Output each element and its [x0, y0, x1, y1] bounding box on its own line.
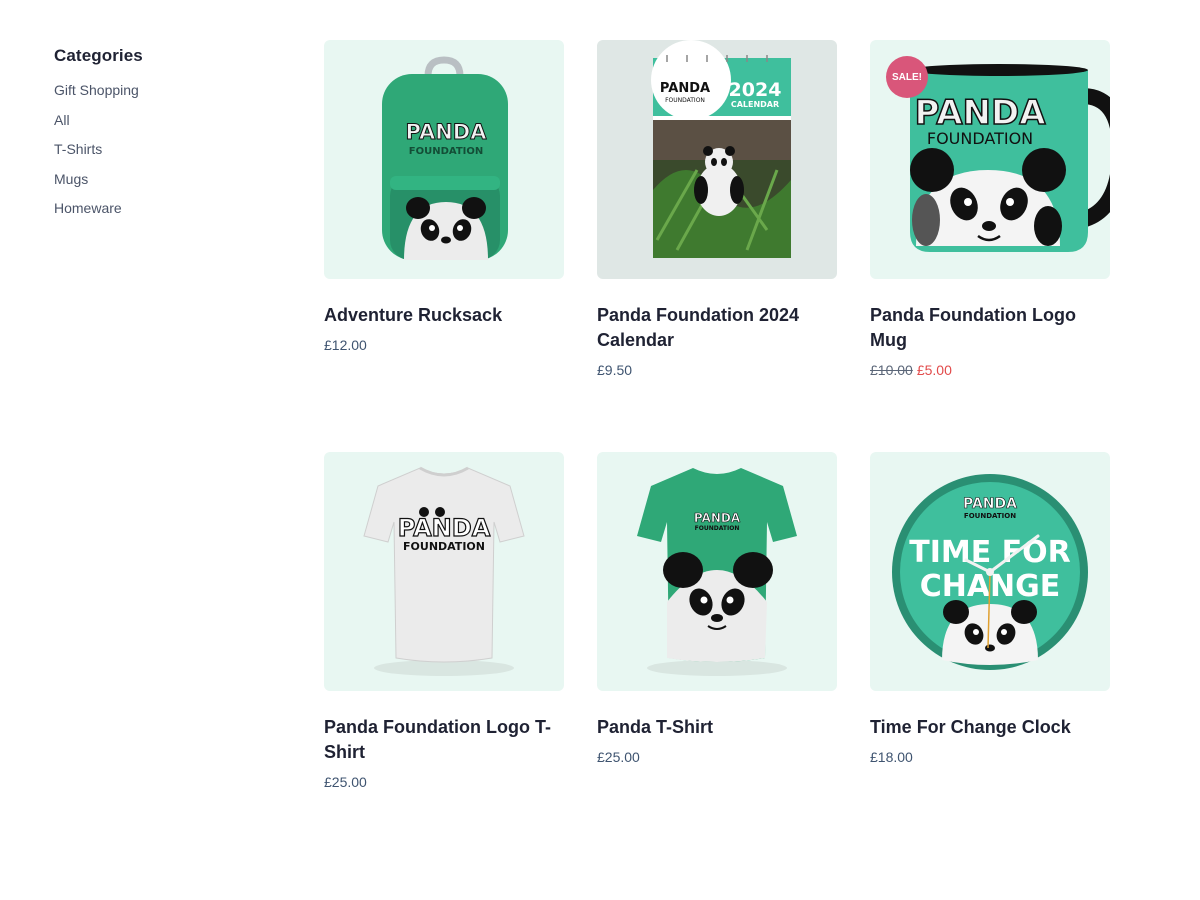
category-link[interactable]: Mugs: [54, 171, 88, 187]
product-image-logo-tshirt[interactable]: PANDA FOUNDATION: [324, 452, 564, 691]
product-card-clock[interactable]: PANDA FOUNDATION TIME FOR CHANGE Time Fo…: [870, 452, 1110, 765]
tshirt-logo-subtext: FOUNDATION: [403, 540, 485, 553]
product-price: £10.00 £5.00: [870, 362, 1110, 378]
panda-tshirt-logo-subtext: FOUNDATION: [695, 525, 740, 532]
product-price: £25.00: [597, 749, 837, 765]
rucksack-logo-text: PANDA: [406, 120, 488, 144]
product-image-rucksack[interactable]: PANDA FOUNDATION: [324, 40, 564, 279]
calendar-illustration: PANDA FOUNDATION 2024 CALENDAR: [651, 40, 791, 258]
rucksack-illustration: PANDA FOUNDATION: [382, 56, 508, 260]
category-item-all[interactable]: All: [54, 110, 254, 140]
product-title[interactable]: Adventure Rucksack: [324, 303, 564, 328]
panda-tshirt-logo-text: PANDA: [694, 511, 741, 525]
product-card-panda-tshirt[interactable]: PANDA FOUNDATION Panda T-Shirt £25.00: [597, 452, 837, 765]
mug-logo-text: PANDA: [914, 93, 1046, 133]
calendar-logo-text: PANDA: [660, 81, 710, 96]
sale-badge: SALE!: [886, 56, 928, 98]
price-value: £25.00: [324, 774, 367, 790]
categories-heading: Categories: [54, 46, 143, 65]
category-link[interactable]: All: [54, 112, 70, 128]
product-price: £12.00: [324, 337, 564, 353]
product-title[interactable]: Time For Change Clock: [870, 715, 1110, 740]
product-price: £18.00: [870, 749, 1110, 765]
category-item-mugs[interactable]: Mugs: [54, 169, 254, 199]
tshirt-logo-text: PANDA: [398, 514, 491, 542]
product-card-rucksack[interactable]: PANDA FOUNDATION Adventure Rucksack £12.…: [324, 40, 564, 353]
original-price: £10.00: [870, 362, 913, 378]
mug-logo-subtext: FOUNDATION: [927, 129, 1033, 148]
price-value: £25.00: [597, 749, 640, 765]
product-image-clock[interactable]: PANDA FOUNDATION TIME FOR CHANGE: [870, 452, 1110, 691]
product-card-logo-tshirt[interactable]: PANDA FOUNDATION Panda Foundation Logo T…: [324, 452, 564, 790]
product-card-calendar[interactable]: PANDA FOUNDATION 2024 CALENDAR Panda Fou…: [597, 40, 837, 378]
product-title[interactable]: Panda Foundation Logo T-Shirt: [324, 715, 564, 765]
category-sidebar: Categories Gift Shopping All T-Shirts Mu…: [54, 46, 254, 228]
category-link[interactable]: T-Shirts: [54, 141, 102, 157]
product-image-panda-tshirt[interactable]: PANDA FOUNDATION: [597, 452, 837, 691]
product-title[interactable]: Panda Foundation 2024 Calendar: [597, 303, 837, 353]
product-price: £9.50: [597, 362, 837, 378]
product-image-mug[interactable]: PANDA FOUNDATION SALE!: [870, 40, 1110, 279]
rucksack-logo-subtext: FOUNDATION: [409, 146, 484, 157]
category-link[interactable]: Homeware: [54, 200, 122, 216]
calendar-year: 2024: [729, 79, 782, 101]
price-value: £9.50: [597, 362, 633, 378]
category-list: Gift Shopping All T-Shirts Mugs Homeware: [54, 80, 254, 228]
product-card-mug[interactable]: PANDA FOUNDATION SALE! Panda Foundation …: [870, 40, 1110, 378]
product-title[interactable]: Panda Foundation Logo Mug: [870, 303, 1110, 353]
clock-slogan-line1: TIME FOR: [909, 535, 1071, 570]
panda-tshirt-illustration: PANDA FOUNDATION: [637, 468, 797, 676]
calendar-logo-subtext: FOUNDATION: [665, 97, 705, 104]
category-item-homeware[interactable]: Homeware: [54, 198, 254, 228]
category-item-t-shirts[interactable]: T-Shirts: [54, 139, 254, 169]
sale-price: £5.00: [916, 362, 952, 378]
price-value: £18.00: [870, 749, 913, 765]
price-value: £12.00: [324, 337, 367, 353]
clock-illustration: PANDA FOUNDATION TIME FOR CHANGE: [892, 474, 1088, 670]
product-image-calendar[interactable]: PANDA FOUNDATION 2024 CALENDAR: [597, 40, 837, 279]
logo-tshirt-illustration: PANDA FOUNDATION: [363, 466, 525, 676]
product-title[interactable]: Panda T-Shirt: [597, 715, 837, 740]
calendar-word: CALENDAR: [731, 100, 779, 109]
category-link[interactable]: Gift Shopping: [54, 82, 139, 98]
product-price: £25.00: [324, 774, 564, 790]
clock-logo-text: PANDA: [963, 496, 1017, 512]
clock-logo-subtext: FOUNDATION: [964, 512, 1016, 520]
category-item-gift-shopping[interactable]: Gift Shopping: [54, 80, 254, 110]
